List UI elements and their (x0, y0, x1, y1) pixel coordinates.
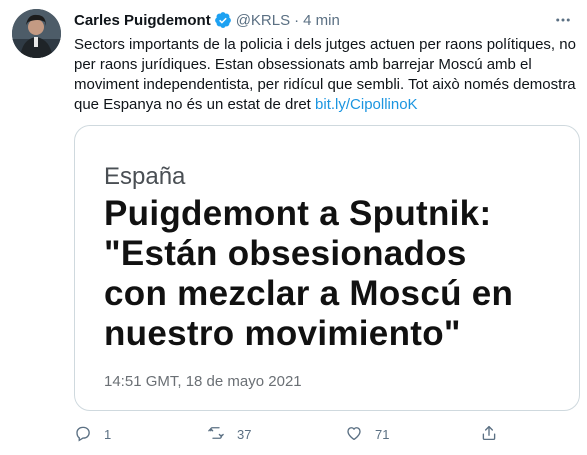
like-count: 71 (375, 426, 390, 442)
verified-badge-icon (214, 11, 232, 29)
headline-line: Puigdemont a Sputnik: (104, 194, 492, 233)
reply-icon (74, 424, 92, 445)
separator-dot: · (294, 11, 300, 29)
tweet-link[interactable]: bit.ly/CipollinoK (315, 96, 418, 113)
link-preview-card[interactable]: España Puigdemont a Sputnik: "Están obse… (74, 125, 580, 411)
retweet-button[interactable]: 37 (207, 424, 251, 444)
card-category: España (104, 163, 186, 190)
headline-line: "Están obsesionados (104, 234, 467, 273)
share-icon (480, 424, 498, 445)
headline-line: nuestro movimiento" (104, 314, 461, 353)
card-date: 14:51 GMT, 18 de mayo 2021 (104, 373, 302, 390)
retweet-icon (207, 424, 225, 445)
headline-line: con mezclar a Moscú en (104, 274, 514, 313)
reply-button[interactable]: 1 (74, 424, 111, 444)
reply-count: 1 (104, 426, 112, 442)
retweet-count: 37 (237, 426, 252, 442)
more-options-icon[interactable] (553, 10, 573, 30)
heart-icon (345, 424, 363, 445)
avatar[interactable] (12, 9, 61, 58)
share-button[interactable] (480, 424, 498, 444)
tweet-actions: 1 37 71 (74, 424, 554, 444)
author-handle[interactable]: @KRLS (236, 12, 290, 29)
author-name[interactable]: Carles Puigdemont (74, 12, 211, 29)
tweet-text: Sectors importants de la policia i dels … (74, 35, 579, 115)
tweet-header: Carles Puigdemont @KRLS · 4 min (74, 10, 340, 30)
tweet[interactable]: Carles Puigdemont @KRLS · 4 min Sectors … (0, 0, 587, 455)
timestamp[interactable]: 4 min (303, 12, 340, 29)
card-headline: Puigdemont a Sputnik: "Están obsesionado… (104, 194, 574, 354)
like-button[interactable]: 71 (345, 424, 389, 444)
